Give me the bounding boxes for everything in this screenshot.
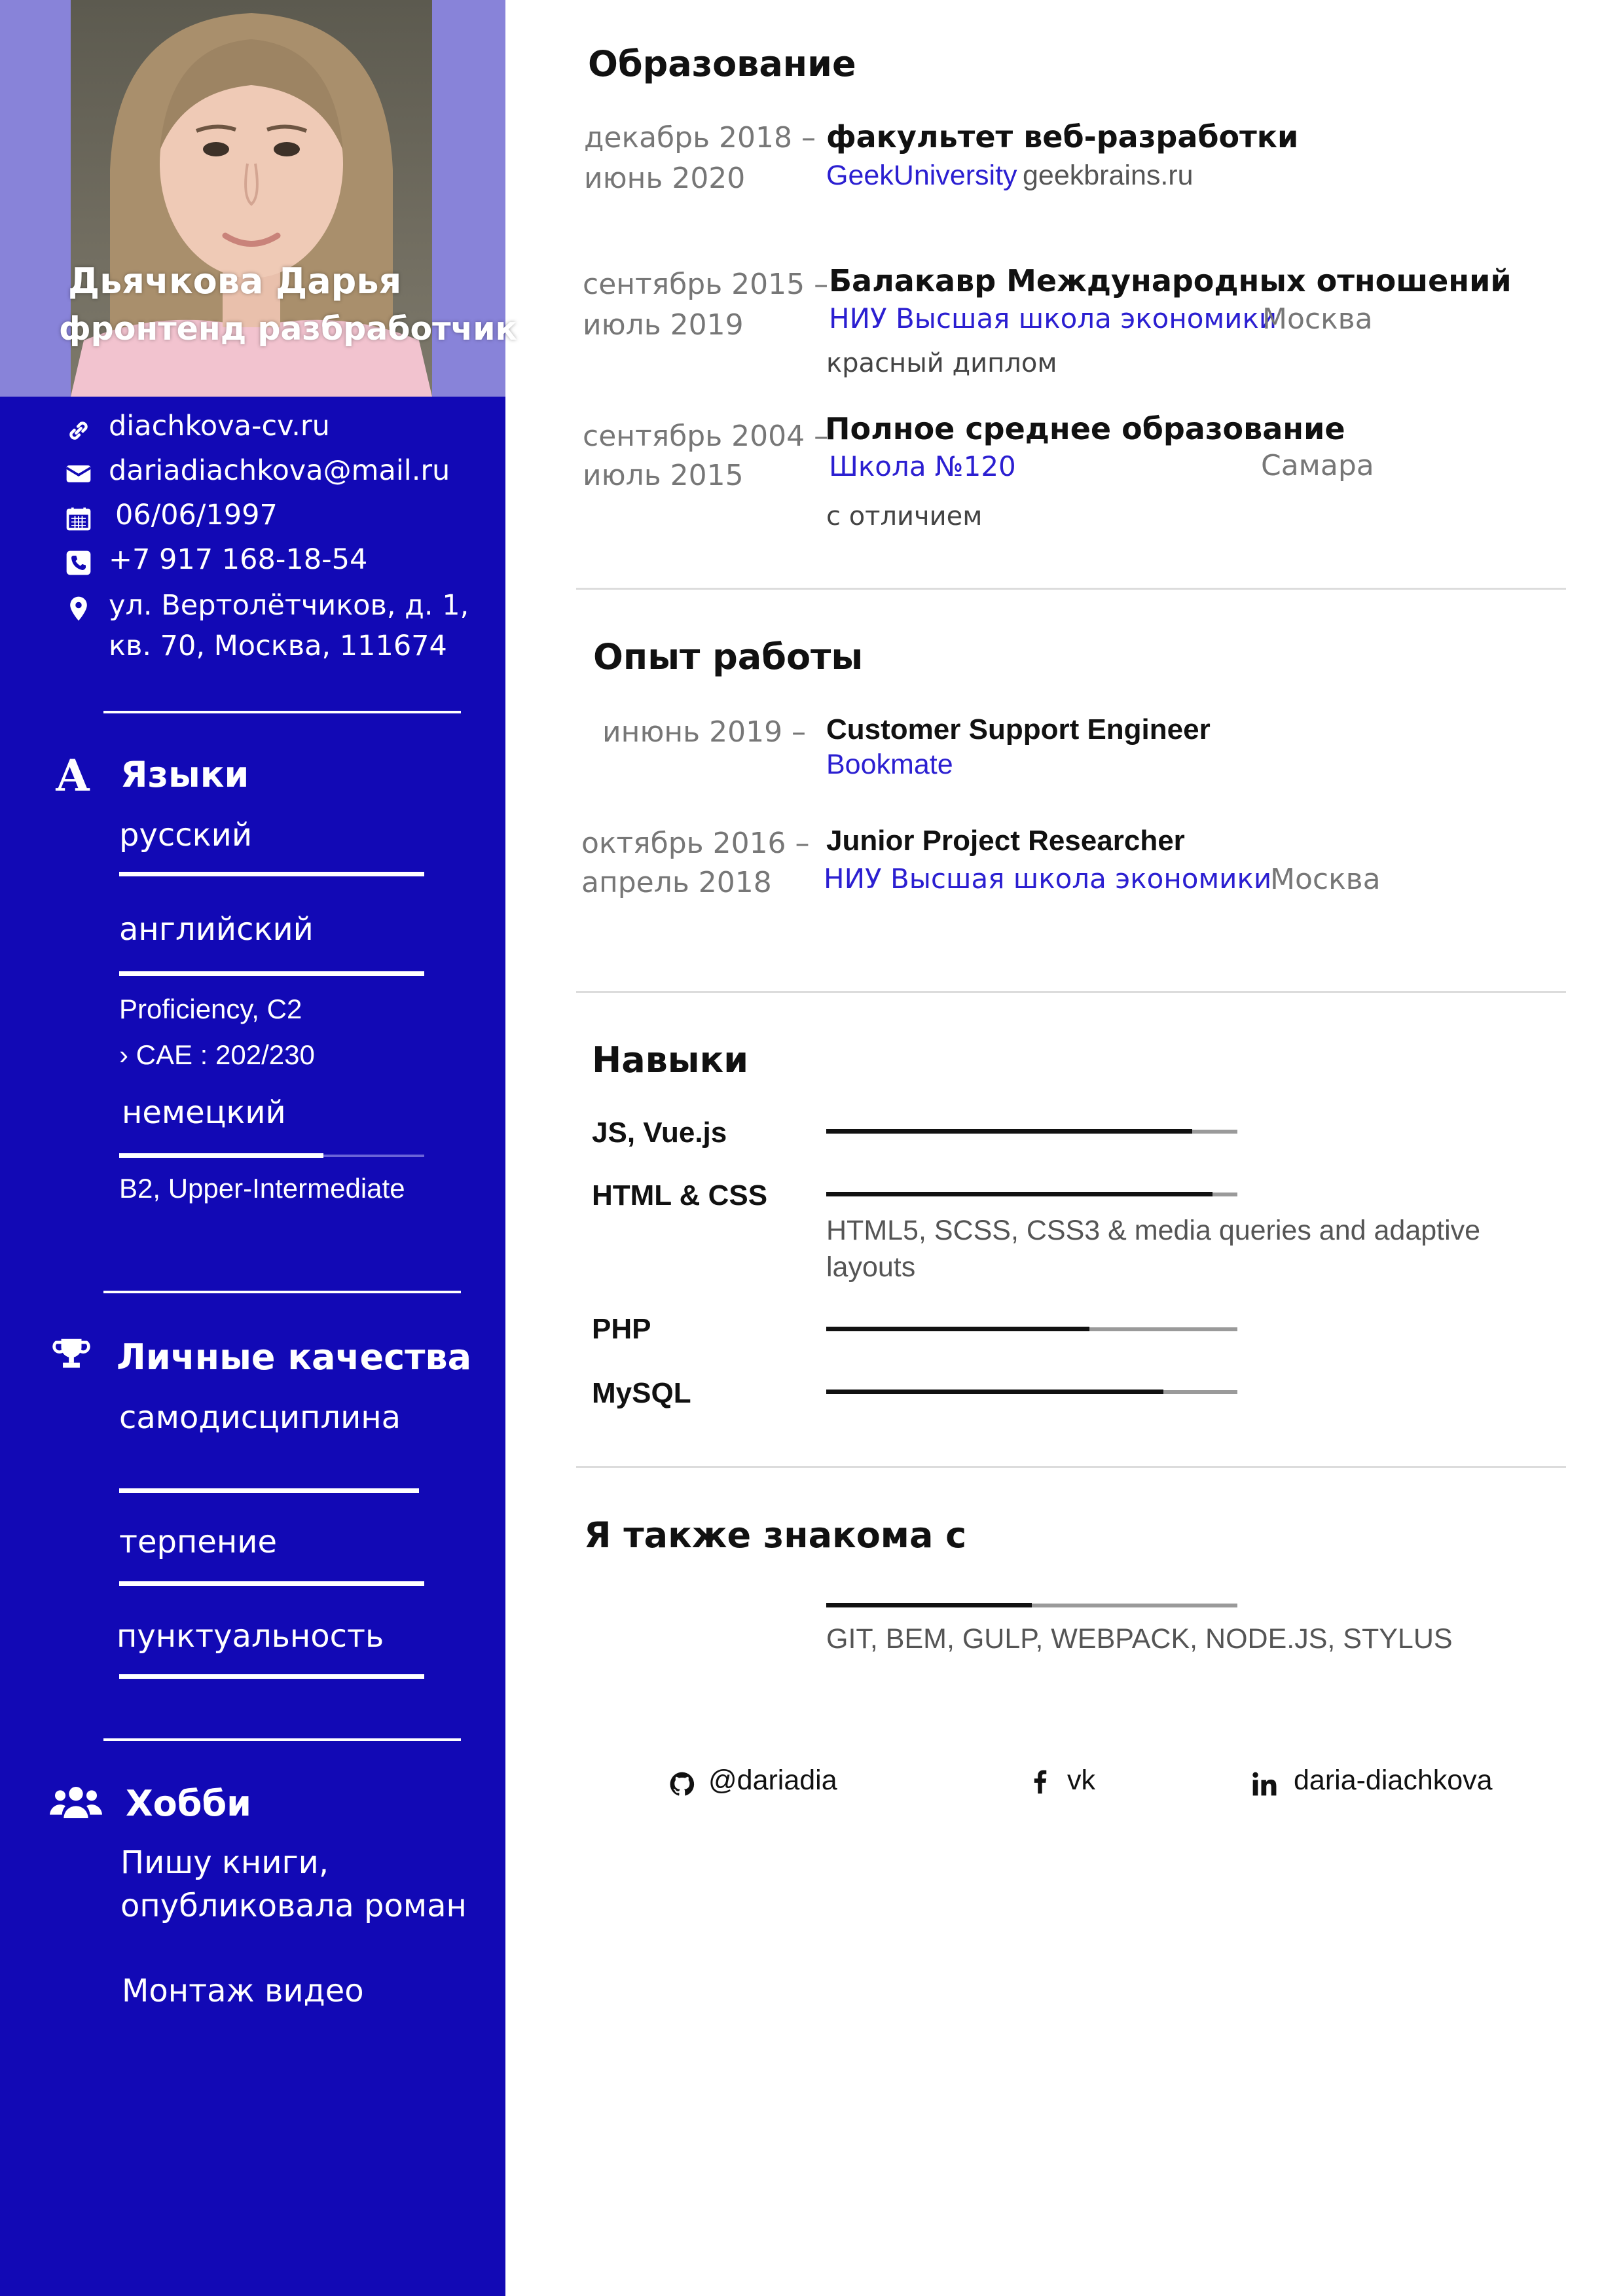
education-date-end: июль 2015 (583, 459, 744, 492)
skill-level-bar (826, 1390, 1163, 1394)
contact-website[interactable]: diachkova-cv.ru (109, 410, 330, 442)
language-level-bar (119, 971, 424, 976)
map-pin-icon (64, 594, 93, 623)
language-level-bar (119, 1153, 323, 1158)
experience-heading: Опыт работы (593, 636, 864, 677)
experience-org-link[interactable]: НИУ Высшая школа экономики (824, 863, 1271, 895)
sidebar-divider (103, 711, 461, 713)
education-city: Москва (1262, 302, 1373, 336)
social-vk[interactable]: vk (1067, 1765, 1095, 1797)
language-german: немецкий (122, 1094, 286, 1131)
skill-name: PHP (592, 1313, 651, 1345)
skill-name: JS, Vue.js (592, 1117, 727, 1149)
facebook-icon (1025, 1767, 1054, 1796)
experience-title: Junior Project Researcher (826, 825, 1185, 857)
education-title: факультет веб-разработки (826, 119, 1299, 154)
quality-item: пунктуальность (117, 1618, 384, 1655)
language-english-exam: › CAE : 202/230 (119, 1039, 315, 1070)
quality-item: самодисциплина (119, 1399, 401, 1436)
education-city: Самара (1261, 449, 1374, 482)
profile-name: Дьячкова Дарья (68, 260, 402, 302)
skill-name: MySQL (592, 1377, 691, 1409)
skill-level-bar (826, 1129, 1192, 1134)
contact-email[interactable]: dariadiachkova@mail.ru (109, 454, 450, 487)
hobby-item: опубликовала роман (120, 1888, 467, 1924)
sidebar-divider (103, 1738, 461, 1741)
education-title: Полное среднее образование (825, 411, 1345, 446)
trophy-icon (50, 1334, 93, 1374)
contact-address-line1: ул. Вертолётчиков, д. 1, (109, 589, 469, 622)
education-heading: Образование (588, 43, 856, 84)
experience-city: Москва (1270, 863, 1381, 896)
link-icon (64, 416, 93, 445)
education-date-start: декабрь 2018 – (584, 121, 816, 154)
skills-heading: Навыки (592, 1039, 749, 1081)
quality-item: терпение (119, 1524, 277, 1560)
github-icon (668, 1770, 697, 1799)
education-org-link[interactable]: GeekUniversity (826, 160, 1017, 192)
language-german-level: B2, Upper-Intermediate (119, 1173, 405, 1204)
hobby-item: Пишу книги, (120, 1844, 329, 1881)
education-date-start: сентябрь 2015 – (583, 268, 829, 301)
skill-name: HTML & CSS (592, 1179, 768, 1211)
skill-level-bar (826, 1192, 1213, 1196)
quality-divider (119, 1674, 424, 1679)
svg-text:A: A (55, 753, 90, 796)
education-org-site: geekbrains.ru (1023, 160, 1194, 191)
linkedin-icon (1250, 1770, 1279, 1799)
education-date-end: июнь 2020 (584, 162, 746, 195)
quality-divider (119, 1488, 419, 1493)
experience-title: Customer Support Engineer (826, 713, 1211, 745)
letter-a-icon: A (51, 753, 94, 796)
hobbies-heading: Хобби (126, 1783, 251, 1824)
experience-org-link[interactable]: Bookmate (826, 749, 953, 781)
users-icon (50, 1779, 102, 1826)
language-level-bar (119, 872, 424, 876)
education-date-end: июль 2019 (583, 308, 744, 342)
hobby-item: Монтаж видео (122, 1973, 364, 2009)
language-russian: русский (119, 817, 253, 853)
skill-level-bar (826, 1603, 1032, 1607)
experience-date-end: апрель 2018 (581, 866, 772, 899)
languages-heading: Языки (120, 754, 249, 795)
quality-divider (119, 1581, 424, 1586)
contact-birthdate: 06/06/1997 (115, 499, 278, 531)
calendar-icon (64, 504, 93, 533)
qualities-heading: Личные качества (117, 1336, 472, 1378)
phone-icon (64, 548, 93, 577)
experience-date-start: инюнь 2019 – (602, 715, 807, 749)
language-english-level: Proficiency, C2 (119, 994, 302, 1024)
education-date-start: сентябрь 2004 – (583, 420, 829, 453)
education-note: с отличием (826, 501, 983, 531)
contact-phone[interactable]: +7 917 168-18-54 (109, 543, 367, 576)
skill-description: HTML5, SCSS, CSS3 & media queries and ad… (826, 1215, 1481, 1283)
experience-date-start: октябрь 2016 – (581, 827, 810, 860)
education-note: красный диплом (826, 348, 1057, 378)
section-divider (576, 1466, 1566, 1468)
sidebar-divider (103, 1291, 461, 1293)
skill-level-bar (826, 1327, 1089, 1331)
envelope-icon (64, 459, 93, 488)
contact-address-line2: кв. 70, Москва, 111674 (109, 630, 447, 662)
language-english: английский (119, 911, 314, 948)
tools-list: GIT, BEM, GULP, WEBPACK, NODE.JS, STYLUS (826, 1623, 1453, 1655)
section-divider (576, 991, 1566, 993)
profile-role: фронтенд разбработчик (59, 310, 517, 348)
also-heading: Я также знакома с (584, 1515, 967, 1556)
education-title: Балакавр Международных отношений (829, 263, 1512, 298)
section-divider (576, 588, 1566, 590)
education-org-link[interactable]: НИУ Высшая школа экономики (829, 302, 1277, 334)
education-org-link[interactable]: Школа №120 (829, 450, 1016, 482)
social-github[interactable]: @dariadia (708, 1765, 837, 1797)
social-linkedin[interactable]: daria-diachkova (1294, 1765, 1493, 1797)
